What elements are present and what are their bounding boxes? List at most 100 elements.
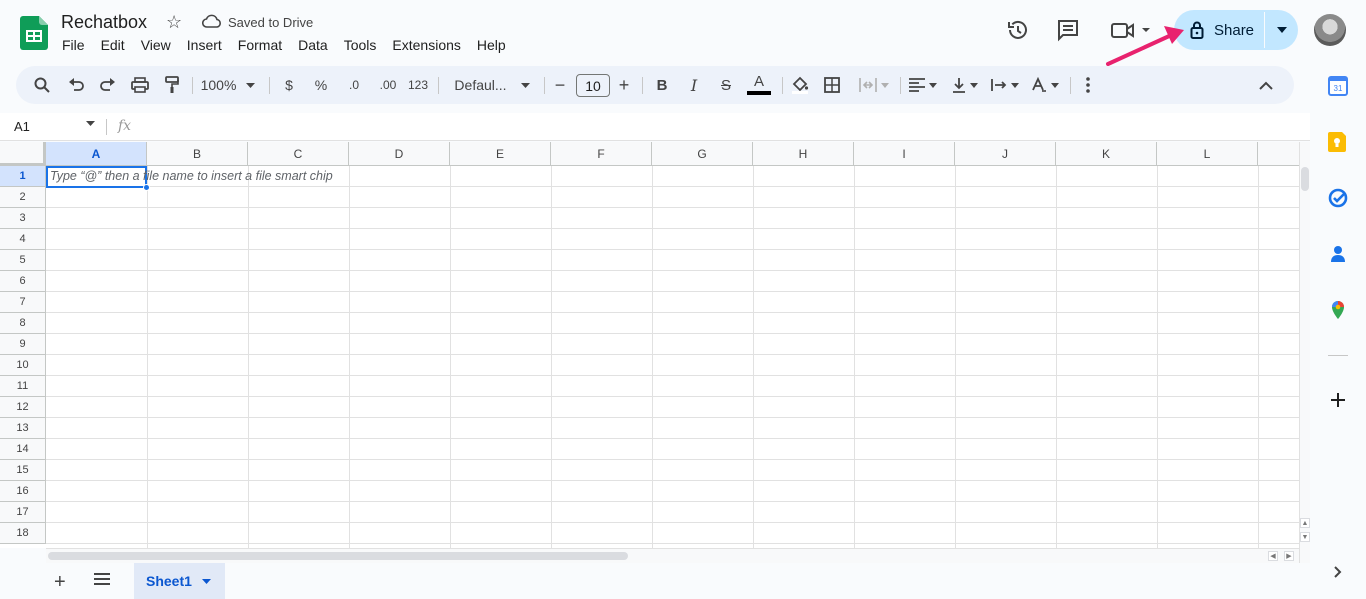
column-header-h[interactable]: H: [753, 142, 854, 166]
expand-panel-chevron-right-icon[interactable]: [1328, 562, 1348, 582]
menu-insert[interactable]: Insert: [187, 37, 222, 53]
name-box[interactable]: A1: [14, 119, 30, 134]
sheets-logo-icon[interactable]: [20, 16, 48, 50]
undo-icon[interactable]: [64, 66, 88, 104]
row-header-1[interactable]: 1: [0, 166, 46, 187]
version-history-icon[interactable]: [1006, 18, 1030, 42]
caret-down-icon[interactable]: [86, 121, 95, 126]
share-options-button[interactable]: [1268, 10, 1296, 50]
row-header-10[interactable]: 10: [0, 355, 46, 376]
font-family-select[interactable]: Defaul...: [452, 66, 532, 104]
menu-format[interactable]: Format: [238, 37, 282, 53]
currency-format-button[interactable]: $: [278, 66, 300, 104]
borders-icon[interactable]: [820, 66, 844, 104]
tasks-icon[interactable]: [1328, 188, 1348, 208]
more-options-icon[interactable]: [1078, 66, 1098, 104]
column-header-i[interactable]: I: [854, 142, 955, 166]
contacts-icon[interactable]: [1328, 244, 1348, 264]
sheet-tab-sheet1[interactable]: Sheet1: [134, 563, 225, 599]
column-header-f[interactable]: F: [551, 142, 652, 166]
maps-icon[interactable]: [1328, 300, 1348, 320]
search-menus-icon[interactable]: [30, 66, 54, 104]
calendar-icon[interactable]: 31: [1328, 76, 1348, 96]
row-header-2[interactable]: 2: [0, 187, 46, 208]
row-header-17[interactable]: 17: [0, 502, 46, 523]
redo-icon[interactable]: [96, 66, 120, 104]
row-header-8[interactable]: 8: [0, 313, 46, 334]
scroll-up-arrow-icon[interactable]: ▲: [1300, 518, 1310, 528]
get-addons-plus-icon[interactable]: [1328, 390, 1348, 410]
row-header-14[interactable]: 14: [0, 439, 46, 460]
add-sheet-icon[interactable]: +: [54, 571, 66, 594]
row-header-5[interactable]: 5: [0, 250, 46, 271]
row-header-18[interactable]: 18: [0, 523, 46, 544]
cloud-saved-icon[interactable]: [202, 14, 222, 30]
increase-decimal-button[interactable]: .00: [374, 66, 402, 104]
menu-view[interactable]: View: [141, 37, 171, 53]
row-header-12[interactable]: 12: [0, 397, 46, 418]
comments-icon[interactable]: [1056, 18, 1080, 42]
scroll-left-arrow-icon[interactable]: ◀: [1268, 551, 1278, 561]
menu-edit[interactable]: Edit: [101, 37, 125, 53]
column-header-k[interactable]: K: [1056, 142, 1157, 166]
menu-extensions[interactable]: Extensions: [392, 37, 460, 53]
all-sheets-menu-icon[interactable]: [93, 571, 111, 587]
scroll-down-arrow-icon[interactable]: ▼: [1300, 532, 1310, 542]
menu-data[interactable]: Data: [298, 37, 328, 53]
row-header-6[interactable]: 6: [0, 271, 46, 292]
row-header-4[interactable]: 4: [0, 229, 46, 250]
column-header-a[interactable]: A: [46, 142, 147, 166]
decrease-font-size-button[interactable]: −: [552, 66, 568, 104]
hide-menus-chevron-up-icon[interactable]: [1254, 66, 1278, 104]
scroll-right-arrow-icon[interactable]: ▶: [1284, 551, 1294, 561]
percent-format-button[interactable]: %: [310, 66, 332, 104]
paint-format-icon[interactable]: [160, 66, 184, 104]
horizontal-align-icon[interactable]: [906, 66, 940, 104]
column-header-partial[interactable]: [1258, 142, 1299, 166]
zoom-select[interactable]: 100%: [196, 66, 260, 104]
column-header-c[interactable]: C: [248, 142, 349, 166]
document-title[interactable]: Rechatbox: [61, 12, 147, 33]
italic-button[interactable]: I: [684, 66, 704, 104]
column-header-d[interactable]: D: [349, 142, 450, 166]
vertical-align-icon[interactable]: [948, 66, 982, 104]
star-icon[interactable]: ☆: [166, 12, 182, 33]
menu-tools[interactable]: Tools: [344, 37, 377, 53]
number-format-button[interactable]: 123: [406, 66, 430, 104]
select-all-corner[interactable]: [0, 142, 46, 166]
row-header-9[interactable]: 9: [0, 334, 46, 355]
column-header-e[interactable]: E: [450, 142, 551, 166]
row-header-15[interactable]: 15: [0, 460, 46, 481]
menu-help[interactable]: Help: [477, 37, 506, 53]
column-header-b[interactable]: B: [147, 142, 248, 166]
print-icon[interactable]: [128, 66, 152, 104]
column-header-g[interactable]: G: [652, 142, 753, 166]
bold-button[interactable]: B: [652, 66, 672, 104]
increase-font-size-button[interactable]: +: [616, 66, 632, 104]
menu-file[interactable]: File: [62, 37, 85, 53]
fill-color-icon[interactable]: [788, 66, 812, 104]
decrease-decimal-button[interactable]: .0: [342, 66, 366, 104]
strikethrough-button[interactable]: S: [716, 66, 736, 104]
font-size-input[interactable]: 10: [576, 74, 610, 97]
row-header-7[interactable]: 7: [0, 292, 46, 313]
vertical-scroll-thumb[interactable]: [1301, 167, 1309, 191]
horizontal-scrollbar[interactable]: ◀ ▶: [46, 548, 1299, 563]
row-header-3[interactable]: 3: [0, 208, 46, 229]
row-header-11[interactable]: 11: [0, 376, 46, 397]
fill-handle[interactable]: [143, 184, 150, 191]
caret-down-icon[interactable]: [201, 578, 211, 584]
text-rotation-icon[interactable]: [1028, 66, 1062, 104]
text-color-button[interactable]: A: [746, 66, 772, 104]
row-header-13[interactable]: 13: [0, 418, 46, 439]
column-header-l[interactable]: L: [1157, 142, 1258, 166]
merge-cells-icon[interactable]: [854, 66, 894, 104]
spreadsheet-grid[interactable]: A B C D E F G H I J K L 1 2 3 4 5 6 7 8 9 10 11 12 13 14 15 16 17 18 T…: [0, 142, 1299, 548]
avatar[interactable]: [1314, 14, 1346, 46]
text-wrapping-icon[interactable]: [988, 66, 1022, 104]
row-header-16[interactable]: 16: [0, 481, 46, 502]
keep-notes-icon[interactable]: [1328, 132, 1348, 152]
column-header-j[interactable]: J: [955, 142, 1056, 166]
horizontal-scroll-thumb[interactable]: [48, 552, 628, 560]
vertical-scrollbar[interactable]: ▲ ▼: [1299, 142, 1310, 563]
